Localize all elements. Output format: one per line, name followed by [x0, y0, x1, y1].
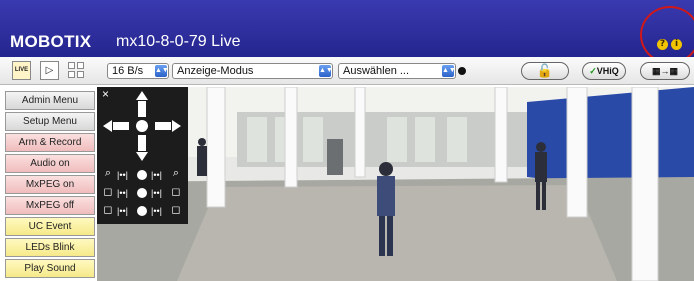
- slider-bars: |••|: [117, 206, 128, 216]
- zoom-control[interactable]: ⌕ |••| |••| ⌕: [101, 167, 185, 184]
- display-mode-select[interactable]: Anzeige-Modus ▲▼: [172, 63, 333, 79]
- toolbar: LIVE ▷ 16 B/s ▲▼ Anzeige-Modus ▲▼ Auswäh…: [0, 57, 694, 85]
- brand-logo: MOBOTIX: [10, 32, 92, 51]
- play-icon[interactable]: ▷: [40, 61, 59, 80]
- sidebar-item-audio-on[interactable]: Audio on: [5, 154, 95, 173]
- live-icon[interactable]: LIVE: [12, 61, 31, 80]
- snapshot-icon: ▦→▦: [651, 66, 678, 76]
- chevron-down-icon: ▲▼: [319, 65, 333, 77]
- sidebar: Admin Menu Setup Menu Arm & Record Audio…: [0, 86, 102, 281]
- pan-slider-handle[interactable]: [137, 188, 147, 198]
- title-bar: MOBOTIX mx10-8-0-79 Live ? i: [0, 0, 694, 57]
- lock-icon: 🔓: [536, 63, 554, 78]
- vhiq-label: VHiQ: [596, 66, 619, 76]
- choose-select[interactable]: Auswählen ... ▲▼: [338, 63, 456, 79]
- slider-bars: |••|: [117, 188, 128, 198]
- ptz-control-panel: × ⌕ |••| |••| ⌕ ◻ |••| |••| ◻ ◻ |••| |••…: [97, 87, 188, 224]
- sidebar-item-setup-menu[interactable]: Setup Menu: [5, 112, 95, 131]
- highlight-circle: [640, 6, 694, 64]
- slider-bars: |••|: [151, 170, 162, 180]
- sidebar-item-play-sound[interactable]: Play Sound: [5, 259, 95, 278]
- choose-value: Auswählen ...: [343, 65, 410, 77]
- slider-bars: |••|: [151, 188, 162, 198]
- display-mode-value: Anzeige-Modus: [177, 65, 254, 77]
- sidebar-item-leds-blink[interactable]: LEDs Blink: [5, 238, 95, 257]
- tilt-slider-handle[interactable]: [137, 206, 147, 216]
- vhiq-button[interactable]: ✓VHiQ: [582, 62, 626, 80]
- pan-right-icon[interactable]: ◻: [169, 185, 183, 200]
- snapshot-button[interactable]: ▦→▦: [640, 62, 690, 80]
- tilt-down-icon[interactable]: ◻: [101, 203, 115, 218]
- sidebar-item-uc-event[interactable]: UC Event: [5, 217, 95, 236]
- sidebar-item-mxpeg-off[interactable]: MxPEG off: [5, 196, 95, 215]
- lock-button[interactable]: 🔓: [521, 62, 569, 80]
- pan-left-icon[interactable]: ◻: [101, 185, 115, 200]
- tilt-up-icon[interactable]: ◻: [169, 203, 183, 218]
- radio-button[interactable]: [458, 67, 466, 75]
- zoom-slider-handle[interactable]: [137, 170, 147, 180]
- tilt-control[interactable]: ◻ |••| |••| ◻: [101, 203, 185, 220]
- check-icon: ✓: [589, 66, 597, 76]
- sidebar-item-mxpeg-on[interactable]: MxPEG on: [5, 175, 95, 194]
- frame-rate-value: 16 B/s: [112, 65, 144, 77]
- grid-icon[interactable]: [68, 61, 87, 80]
- camera-title: mx10-8-0-79 Live: [116, 33, 241, 50]
- chevron-down-icon: ▲▼: [155, 65, 169, 77]
- pan-control[interactable]: ◻ |••| |••| ◻: [101, 185, 185, 202]
- sidebar-item-arm-record[interactable]: Arm & Record: [5, 133, 95, 152]
- pan-tilt-joystick[interactable]: [97, 87, 188, 167]
- slider-bars: |••|: [151, 206, 162, 216]
- frame-rate-select[interactable]: 16 B/s ▲▼: [107, 63, 169, 79]
- chevron-down-icon: ▲▼: [442, 65, 456, 77]
- slider-bars: |••|: [117, 170, 128, 180]
- zoom-out-icon[interactable]: ⌕: [101, 167, 115, 182]
- sidebar-item-admin-menu[interactable]: Admin Menu: [5, 91, 95, 110]
- zoom-in-icon[interactable]: ⌕: [169, 167, 183, 182]
